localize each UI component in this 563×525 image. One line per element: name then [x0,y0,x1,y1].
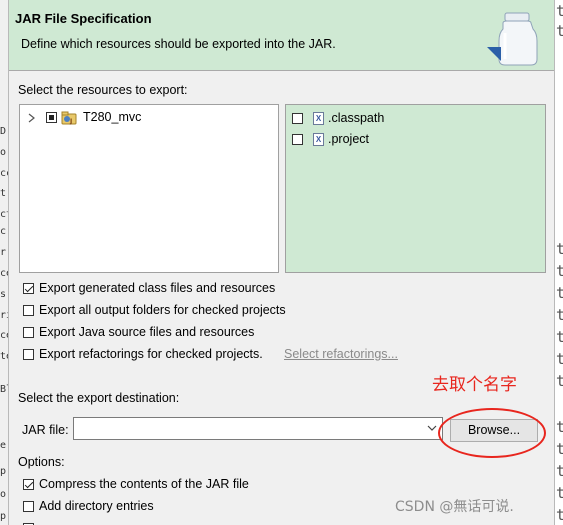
page-description: Define which resources should be exporte… [21,37,336,51]
bg-char: p [0,511,7,522]
chevron-right-icon[interactable] [28,113,36,123]
annotation-text: 去取个名字 [432,375,517,395]
option-label: Export all output folders for checked pr… [39,303,286,317]
bg-char: t [556,284,563,302]
resource-file-list[interactable]: X .classpath X .project [285,104,546,273]
annotation-circle [438,408,546,458]
bg-char: r [0,247,7,258]
page-title: JAR File Specification [15,11,152,26]
file-name: .classpath [328,111,385,125]
java-project-icon: J [61,111,77,125]
bg-char: e [0,440,7,451]
option-label: Export generated class files and resourc… [39,281,276,295]
bg-char: t [556,328,563,346]
file-name: .project [328,132,369,146]
watermark: CSDN @無话可说. [395,499,514,515]
bg-char: t [556,462,563,480]
option-label: Export refactorings for checked projects… [39,347,263,361]
bg-char: t [556,262,563,280]
bg-char: o [0,489,7,500]
jar-export-icon [487,12,538,66]
project-name[interactable]: T280_mvc [83,110,141,124]
bg-char: t [556,240,563,258]
option-label: Export Java source files and resources [39,325,255,339]
svg-text:J: J [69,118,72,125]
compress-checkbox[interactable] [23,479,34,490]
xml-file-icon: X [313,133,324,146]
bg-char: t [556,372,563,390]
bg-char: o [0,147,7,158]
xml-file-icon: X [313,112,324,125]
bg-char: t [556,350,563,368]
bg-char: t [556,506,563,524]
bg-char: t [556,440,563,458]
project-checkbox[interactable] [46,112,57,123]
destination-label: Select the export destination: [18,391,180,405]
bg-char: s [0,289,7,300]
bg-char: t [556,22,563,40]
export-refactorings-checkbox[interactable] [23,349,34,360]
file-checkbox[interactable] [292,134,303,145]
bg-char: p [0,466,7,477]
export-class-files-checkbox[interactable] [23,283,34,294]
jar-file-label: JAR file: [22,423,69,437]
bg-char: c [0,226,7,237]
option-label: Compress the contents of the JAR file [39,477,249,491]
export-output-folders-checkbox[interactable] [23,305,34,316]
project-tree[interactable]: J T280_mvc [19,104,279,273]
wizard-header: JAR File Specification Define which reso… [9,0,554,71]
bg-char: D [0,126,7,137]
jar-file-combo[interactable] [73,417,443,440]
directory-entries-checkbox[interactable] [23,501,34,512]
select-refactorings-link[interactable]: Select refactorings... [284,347,398,361]
bg-char: t [556,306,563,324]
bg-char: t [556,418,563,436]
option-label: Add directory entries [39,499,154,513]
bg-char: t [556,484,563,502]
file-checkbox[interactable] [292,113,303,124]
chevron-down-icon[interactable] [427,425,437,432]
bg-char: t [0,188,7,199]
options-label: Options: [18,455,65,469]
background-editor-right: t t t t t t t t t t t t t t [555,0,563,525]
bg-char: t [556,2,563,20]
resources-label: Select the resources to export: [18,83,188,97]
export-java-source-checkbox[interactable] [23,327,34,338]
